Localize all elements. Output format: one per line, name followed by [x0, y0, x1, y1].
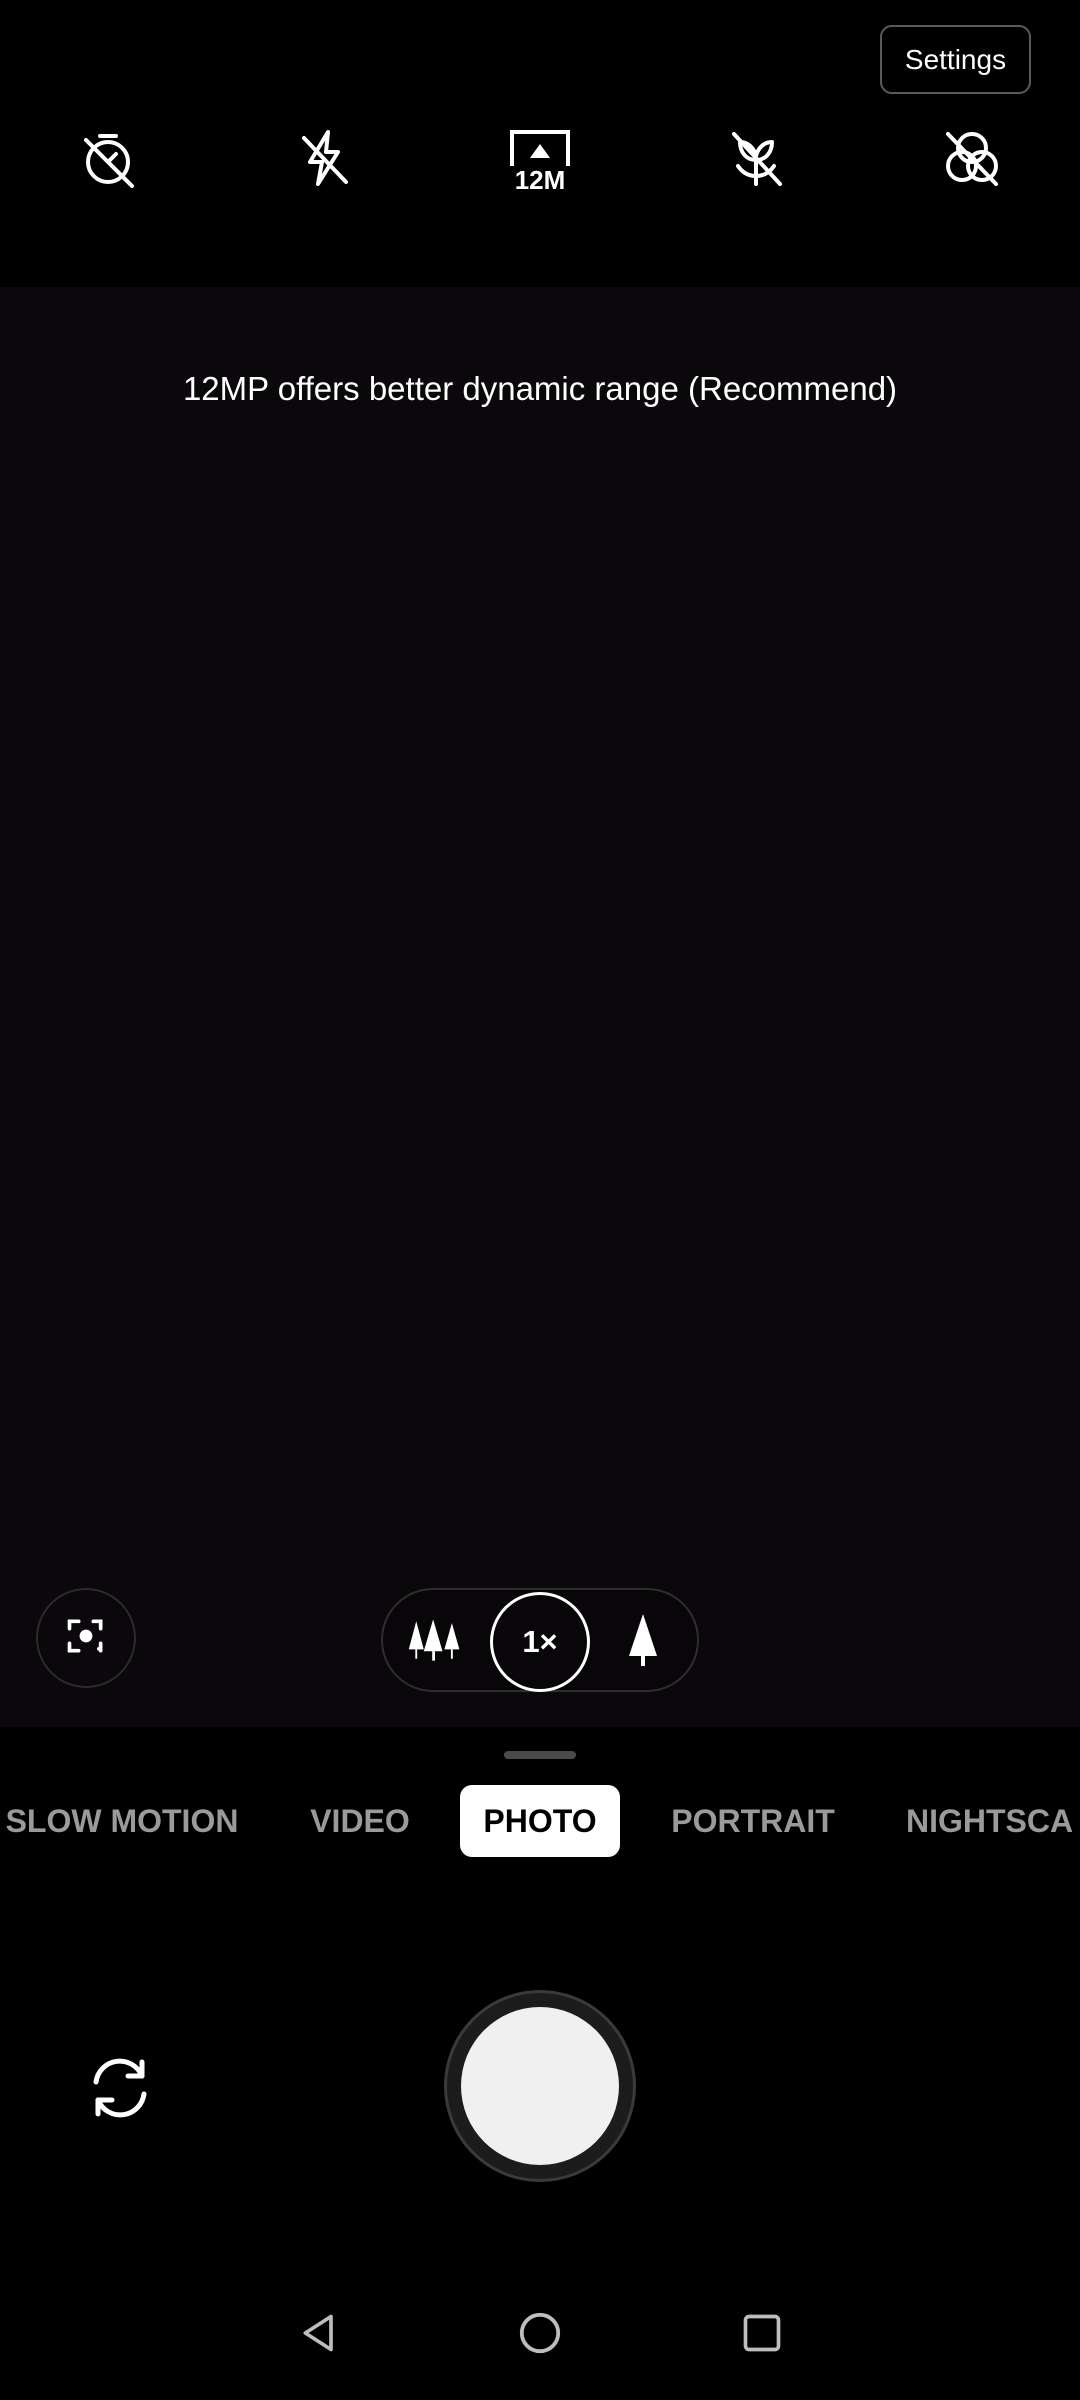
zoom-1x-button[interactable]: 1×: [490, 1592, 590, 1692]
mode-label: NIGHTSCA: [906, 1802, 1074, 1839]
filter-off-icon: [940, 126, 1004, 195]
lens-scan-button[interactable]: [36, 1588, 136, 1688]
flash-toggle[interactable]: [284, 120, 364, 200]
home-circle-icon: [517, 2310, 563, 2361]
filter-toggle[interactable]: [932, 120, 1012, 200]
mode-photo[interactable]: PHOTO: [460, 1785, 620, 1857]
scan-icon: [64, 1614, 108, 1663]
settings-button[interactable]: Settings: [880, 25, 1031, 94]
nav-home-button[interactable]: [510, 2305, 570, 2365]
nav-back-button[interactable]: [290, 2305, 350, 2365]
timer-toggle[interactable]: [68, 120, 148, 200]
macro-toggle[interactable]: [716, 120, 796, 200]
telephoto-tree-icon: [623, 1612, 663, 1673]
mode-label: PHOTO: [483, 1802, 597, 1839]
mode-video[interactable]: VIDEO: [300, 1785, 420, 1857]
viewfinder[interactable]: [0, 287, 1080, 1727]
flash-off-icon: [292, 126, 356, 195]
zoom-level: 1×: [522, 1624, 558, 1659]
wide-angle-trees-icon: [405, 1617, 465, 1668]
mode-drawer-handle[interactable]: [504, 1751, 576, 1759]
camera-screen: Settings 12M 12MP offers better dynamic …: [0, 0, 1080, 2400]
back-triangle-icon: [298, 2311, 342, 2360]
mode-label: PORTRAIT: [671, 1802, 835, 1839]
mode-nightscape[interactable]: NIGHTSCA: [906, 1785, 1080, 1857]
resolution-label: 12M: [514, 164, 566, 195]
resolution-toggle[interactable]: 12M: [500, 120, 580, 200]
mode-label: VIDEO: [310, 1802, 410, 1839]
mode-slow-motion[interactable]: SLOW MOTION: [5, 1785, 239, 1857]
shutter-inner: [461, 2007, 619, 2165]
nav-recents-button[interactable]: [732, 2305, 792, 2365]
resolution-hint: 12MP offers better dynamic range (Recomm…: [182, 370, 898, 407]
zoom-selector: 1×: [381, 1588, 699, 1692]
camera-flip-icon: [84, 2052, 156, 2129]
mode-label: SLOW MOTION: [5, 1802, 239, 1839]
mode-portrait[interactable]: PORTRAIT: [668, 1785, 838, 1857]
zoom-tele-button[interactable]: [613, 1612, 673, 1672]
shutter-button[interactable]: [444, 1990, 636, 2182]
macro-off-icon: [724, 126, 788, 195]
settings-label: Settings: [904, 43, 1007, 75]
switch-camera-button[interactable]: [80, 2050, 160, 2130]
timer-off-icon: [76, 126, 140, 195]
zoom-wide-button[interactable]: [405, 1612, 465, 1672]
recents-square-icon: [740, 2311, 784, 2360]
